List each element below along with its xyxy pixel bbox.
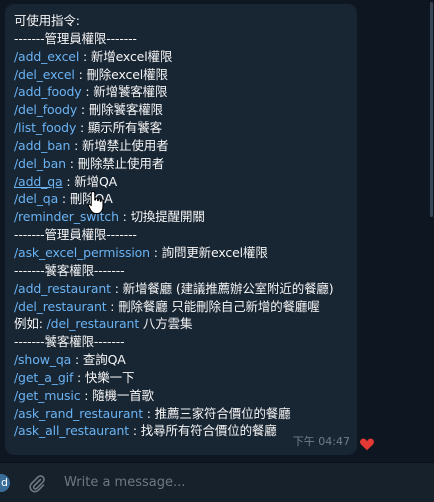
command-description: : 顯示所有饕客 [76,120,163,136]
command-link[interactable]: /ask_all_restaurant [14,423,129,438]
command-link[interactable]: /del_excel [14,67,75,82]
command-description: : 隨機一首歌 [80,387,154,403]
command-description: : 新增餐廳 (建議推薦辦公室附近的餐廳) [110,280,334,296]
command-link[interactable]: /get_a_gif [14,370,73,385]
message-line: /add_foody : 新增饕客權限 [14,83,357,101]
message-line: /del_ban : 刪除禁止使用者 [14,155,357,173]
message-text-line: -------饕客權限------- [14,262,125,278]
command-link[interactable]: /del_foody [14,102,77,117]
command-description: : 新增QA [62,173,118,189]
command-description: : 詢問更新excel權限 [149,244,268,260]
command-link[interactable]: /add_restaurant [14,281,111,296]
message-line: /list_foody : 顯示所有饕客 [14,119,357,137]
message-line: /ask_excel_permission : 詢問更新excel權限 [14,244,357,262]
message-input[interactable] [64,471,364,493]
message-bubble[interactable]: 可使用指令: -------管理員權限------- /add_excel : 新增… [5,4,357,455]
command-description: : 刪除excel權限 [74,66,168,82]
message-line: /add_qa : 新增QA [14,173,357,191]
message-line: /del_restaurant : 刪除餐廳 只能刪除自己新增的餐廳喔 [14,298,357,316]
message-line: /del_qa : 刪除QA [14,190,357,208]
chat-area: 可使用指令: -------管理員權限------- /add_excel : 新增… [0,0,434,458]
message-line: /reminder_switch : 切換提醒開關 [14,208,357,226]
command-description: : 新增excel權限 [79,48,173,64]
command-description: : 新增饕客權限 [81,84,168,100]
command-link[interactable]: /add_excel [14,49,79,64]
command-link[interactable]: /del_ban [14,156,66,171]
command-link[interactable]: /del_restaurant [14,299,107,314]
message-text-line: -------饕客權限------- [14,334,125,350]
message-line: /show_qa : 查詢QA [14,351,357,369]
message-line: /get_a_gif : 快樂一下 [14,369,357,387]
message-text-line: 可使用指令: [14,13,80,28]
message-text-line: -------管理員權限------- [14,30,137,46]
message-line: -------管理員權限------- [14,226,357,244]
message-text: 可使用指令: -------管理員權限------- /add_excel : 新增… [14,12,357,440]
command-description: : 找尋所有符合價位的餐廳 [129,423,277,439]
command-link[interactable]: /ask_rand_restaurant [14,406,143,421]
message-line: /del_foody : 刪除饕客權限 [14,101,357,119]
message-line: /del_excel : 刪除excel權限 [14,66,357,84]
message-time: 下午 04:47 [292,435,350,448]
message-text-line: -------管理員權限------- [14,227,137,243]
command-link[interactable]: /add_qa [14,174,63,189]
command-description: : 刪除饕客權限 [77,102,163,118]
command-description: : 新增禁止使用者 [70,137,169,153]
message-line: /ask_rand_restaurant : 推薦三家符合價位的餐廳 [14,405,357,423]
composer-bar: d [0,462,434,502]
scrollbar[interactable] [430,2,433,217]
message-line: -------管理員權限------- [14,30,357,48]
command-link[interactable]: /get_music [14,388,81,403]
message-line: /add_ban : 新增禁止使用者 [14,137,357,155]
command-description: : 查詢QA [71,352,126,368]
command-description: : 刪除餐廳 只能刪除自己新增的餐廳喔 [106,298,320,314]
message-line: /add_excel : 新增excel權限 [14,48,357,66]
message-line: -------饕客權限------- [14,333,357,351]
message-line: /get_music : 隨機一首歌 [14,387,357,405]
message-line: 例如: /del_restaurant 八方雲集 [14,315,357,333]
side-toggle-button[interactable]: d [0,474,10,492]
hand-cursor-icon [87,190,104,215]
command-description: 八方雲集 [139,316,193,332]
paperclip-icon[interactable] [27,473,47,493]
command-link[interactable]: /list_foody [14,120,76,135]
message-line: /add_restaurant : 新增餐廳 (建議推薦辦公室附近的餐廳) [14,280,357,298]
command-link[interactable]: /add_foody [14,84,82,99]
command-description: : 推薦三家符合價位的餐廳 [142,405,291,421]
command-link[interactable]: /show_qa [14,352,71,367]
line-prefix: 例如: [14,316,47,332]
message-line: -------饕客權限------- [14,262,357,280]
message-line: 可使用指令: [14,12,357,30]
command-description: : 刪除禁止使用者 [65,155,165,171]
heart-icon[interactable] [359,436,375,452]
command-link[interactable]: /del_restaurant [47,316,140,331]
command-link[interactable]: /ask_excel_permission [14,245,150,260]
command-description: : 快樂一下 [73,369,135,385]
command-description: : 切換提醒開關 [118,209,205,225]
command-link[interactable]: /del_qa [14,191,58,206]
command-link[interactable]: /add_ban [14,138,70,153]
